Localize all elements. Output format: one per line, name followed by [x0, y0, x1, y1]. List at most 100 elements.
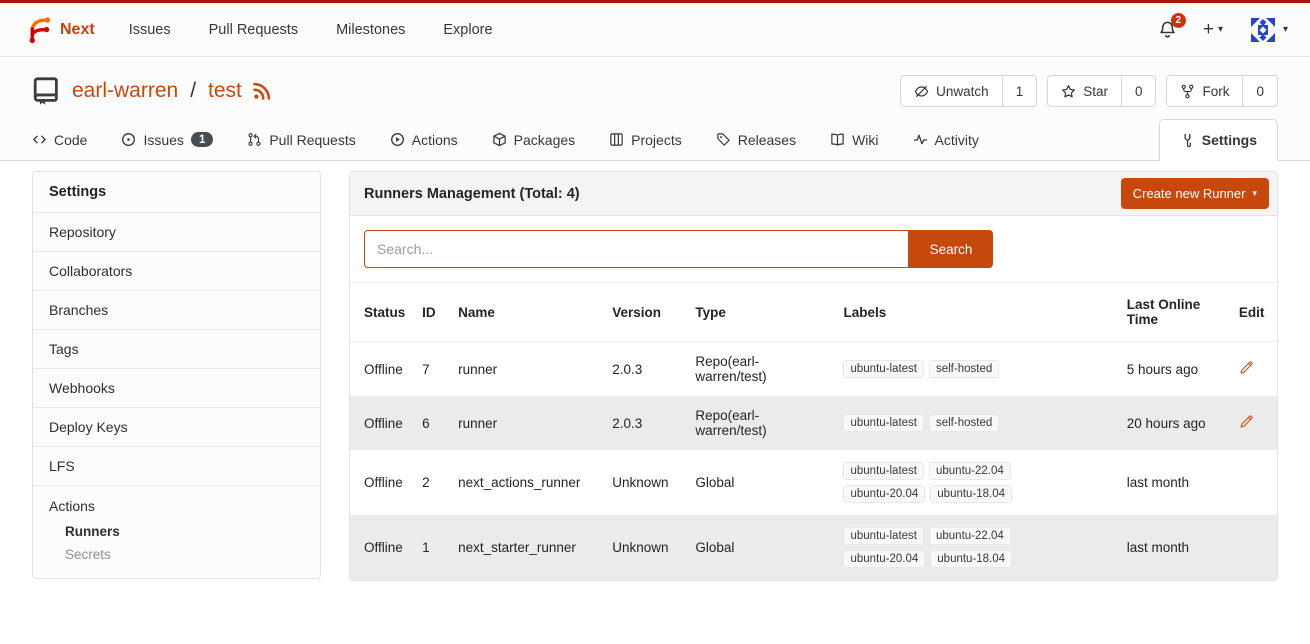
runner-version: Unknown — [604, 450, 687, 515]
user-menu-button[interactable]: ▾ — [1249, 16, 1288, 44]
nav-link-pull-requests[interactable]: Pull Requests — [209, 22, 298, 38]
star-label: Star — [1083, 84, 1108, 99]
create-runner-label: Create new Runner — [1133, 186, 1246, 201]
pencil-icon — [1239, 414, 1254, 429]
nav-link-issues[interactable]: Issues — [129, 22, 171, 38]
repo-title: earl-warren/test — [32, 76, 272, 106]
pull-request-icon — [247, 132, 262, 147]
tab-pull-requests[interactable]: Pull Requests — [247, 119, 355, 160]
sidebar-item-repository[interactable]: Repository — [33, 212, 320, 251]
tab-actions[interactable]: Actions — [390, 119, 458, 160]
stars-count[interactable]: 0 — [1121, 76, 1156, 106]
runner-name: runner — [450, 396, 604, 450]
settings-tools-icon — [1180, 133, 1195, 148]
play-circle-icon — [390, 132, 405, 147]
tab-wiki[interactable]: Wiki — [830, 119, 878, 160]
tab-settings[interactable]: Settings — [1159, 119, 1278, 161]
runner-status: Offline — [350, 450, 414, 515]
star-button[interactable]: Star — [1048, 76, 1121, 106]
runner-name: next_actions_runner — [450, 450, 604, 515]
notifications-button[interactable]: 2 — [1158, 20, 1177, 39]
runner-label-badge: self-hosted — [929, 360, 999, 378]
pulse-icon — [913, 132, 928, 147]
runner-label-badge: ubuntu-latest — [843, 527, 924, 545]
search-input[interactable] — [364, 230, 909, 268]
rss-icon — [252, 81, 272, 101]
tab-packages[interactable]: Packages — [492, 119, 575, 160]
runner-label-badge: ubuntu-22.04 — [929, 527, 1011, 545]
runner-last-online: 5 hours ago — [1119, 342, 1231, 397]
tab-label: Actions — [412, 132, 458, 148]
sidebar-item-runners[interactable]: Runners — [33, 520, 320, 543]
sidebar-group-actions: Actions Runners Secrets — [33, 485, 320, 578]
repo-owner-link[interactable]: earl-warren — [72, 79, 178, 103]
column-header-last-online: Last Online Time — [1119, 283, 1231, 342]
tab-label: Code — [54, 132, 87, 148]
runner-last-online: 20 hours ago — [1119, 396, 1231, 450]
search-button[interactable]: Search — [909, 230, 993, 268]
package-icon — [492, 132, 507, 147]
star-button-group: Star 0 — [1047, 75, 1156, 107]
runner-version: Unknown — [604, 515, 687, 580]
sidebar-item-actions[interactable]: Actions — [33, 496, 320, 520]
runners-table: Status ID Name Version Type Labels Last … — [350, 282, 1277, 580]
runner-label-badge: ubuntu-22.04 — [929, 462, 1011, 480]
panel-title: Runners Management (Total: 4) — [364, 186, 580, 202]
star-icon — [1061, 84, 1076, 99]
nav-link-milestones[interactable]: Milestones — [336, 22, 405, 38]
unwatch-button[interactable]: Unwatch — [901, 76, 1002, 106]
runner-label-badge: ubuntu-latest — [843, 462, 924, 480]
tab-issues[interactable]: Issues 1 — [121, 119, 213, 160]
sidebar-item-deploy-keys[interactable]: Deploy Keys — [33, 407, 320, 446]
runners-panel-header: Runners Management (Total: 4) Create new… — [350, 172, 1277, 216]
runner-status: Offline — [350, 342, 414, 397]
settings-content: Settings Repository Collaborators Branch… — [0, 161, 1310, 581]
column-header-name: Name — [450, 283, 604, 342]
issue-icon — [121, 132, 136, 147]
create-runner-button[interactable]: Create new Runner ▾ — [1121, 178, 1269, 209]
sidebar-item-lfs[interactable]: LFS — [33, 446, 320, 485]
sidebar-item-collaborators[interactable]: Collaborators — [33, 251, 320, 290]
runner-name: runner — [450, 342, 604, 397]
sidebar-item-webhooks[interactable]: Webhooks — [33, 368, 320, 407]
forks-count[interactable]: 0 — [1242, 76, 1277, 106]
watchers-count[interactable]: 1 — [1002, 76, 1037, 106]
forgejo-home-link[interactable]: Next — [22, 15, 95, 45]
sidebar-item-tags[interactable]: Tags — [33, 329, 320, 368]
tab-label: Issues — [143, 132, 183, 148]
tab-code[interactable]: Code — [32, 119, 87, 160]
runner-label-badge: ubuntu-latest — [843, 360, 924, 378]
repo-tabs: Code Issues 1 Pull Requests Actions Pack… — [0, 119, 1310, 161]
nav-links: Issues Pull Requests Milestones Explore — [129, 22, 493, 38]
tag-icon — [716, 132, 731, 147]
tab-label: Pull Requests — [269, 132, 355, 148]
runner-labels: ubuntu-latestubuntu-22.04ubuntu-20.04ubu… — [843, 462, 1035, 503]
tab-label: Projects — [631, 132, 682, 148]
column-header-labels: Labels — [835, 283, 1118, 342]
forgejo-logo-icon — [22, 15, 52, 45]
eye-slash-icon — [914, 84, 929, 99]
tab-projects[interactable]: Projects — [609, 119, 682, 160]
runner-type: Global — [687, 450, 835, 515]
tab-activity[interactable]: Activity — [913, 119, 979, 160]
runner-name: next_starter_runner — [450, 515, 604, 580]
repo-name-link[interactable]: test — [208, 79, 242, 103]
pencil-icon — [1239, 360, 1254, 375]
edit-runner-button[interactable] — [1239, 360, 1254, 375]
table-row: Offline 7 runner 2.0.3 Repo(earl-warren/… — [350, 342, 1277, 397]
create-menu-button[interactable]: + ▾ — [1203, 19, 1223, 41]
runner-label-badge: ubuntu-latest — [843, 414, 924, 432]
sidebar-item-secrets[interactable]: Secrets — [33, 543, 320, 566]
navbar-left: Next Issues Pull Requests Milestones Exp… — [22, 15, 493, 45]
edit-runner-button[interactable] — [1239, 414, 1254, 429]
brand-name: Next — [60, 21, 95, 39]
table-row: Offline 2 next_actions_runner Unknown Gl… — [350, 450, 1277, 515]
repo-header: earl-warren/test Unwatch 1 Star — [0, 57, 1310, 119]
fork-label: Fork — [1202, 84, 1229, 99]
tab-releases[interactable]: Releases — [716, 119, 796, 160]
nav-link-explore[interactable]: Explore — [443, 22, 492, 38]
repo-actions: Unwatch 1 Star 0 Fork — [900, 75, 1278, 107]
runner-labels: ubuntu-latestself-hosted — [843, 414, 1035, 432]
fork-button[interactable]: Fork — [1167, 76, 1242, 106]
sidebar-item-branches[interactable]: Branches — [33, 290, 320, 329]
